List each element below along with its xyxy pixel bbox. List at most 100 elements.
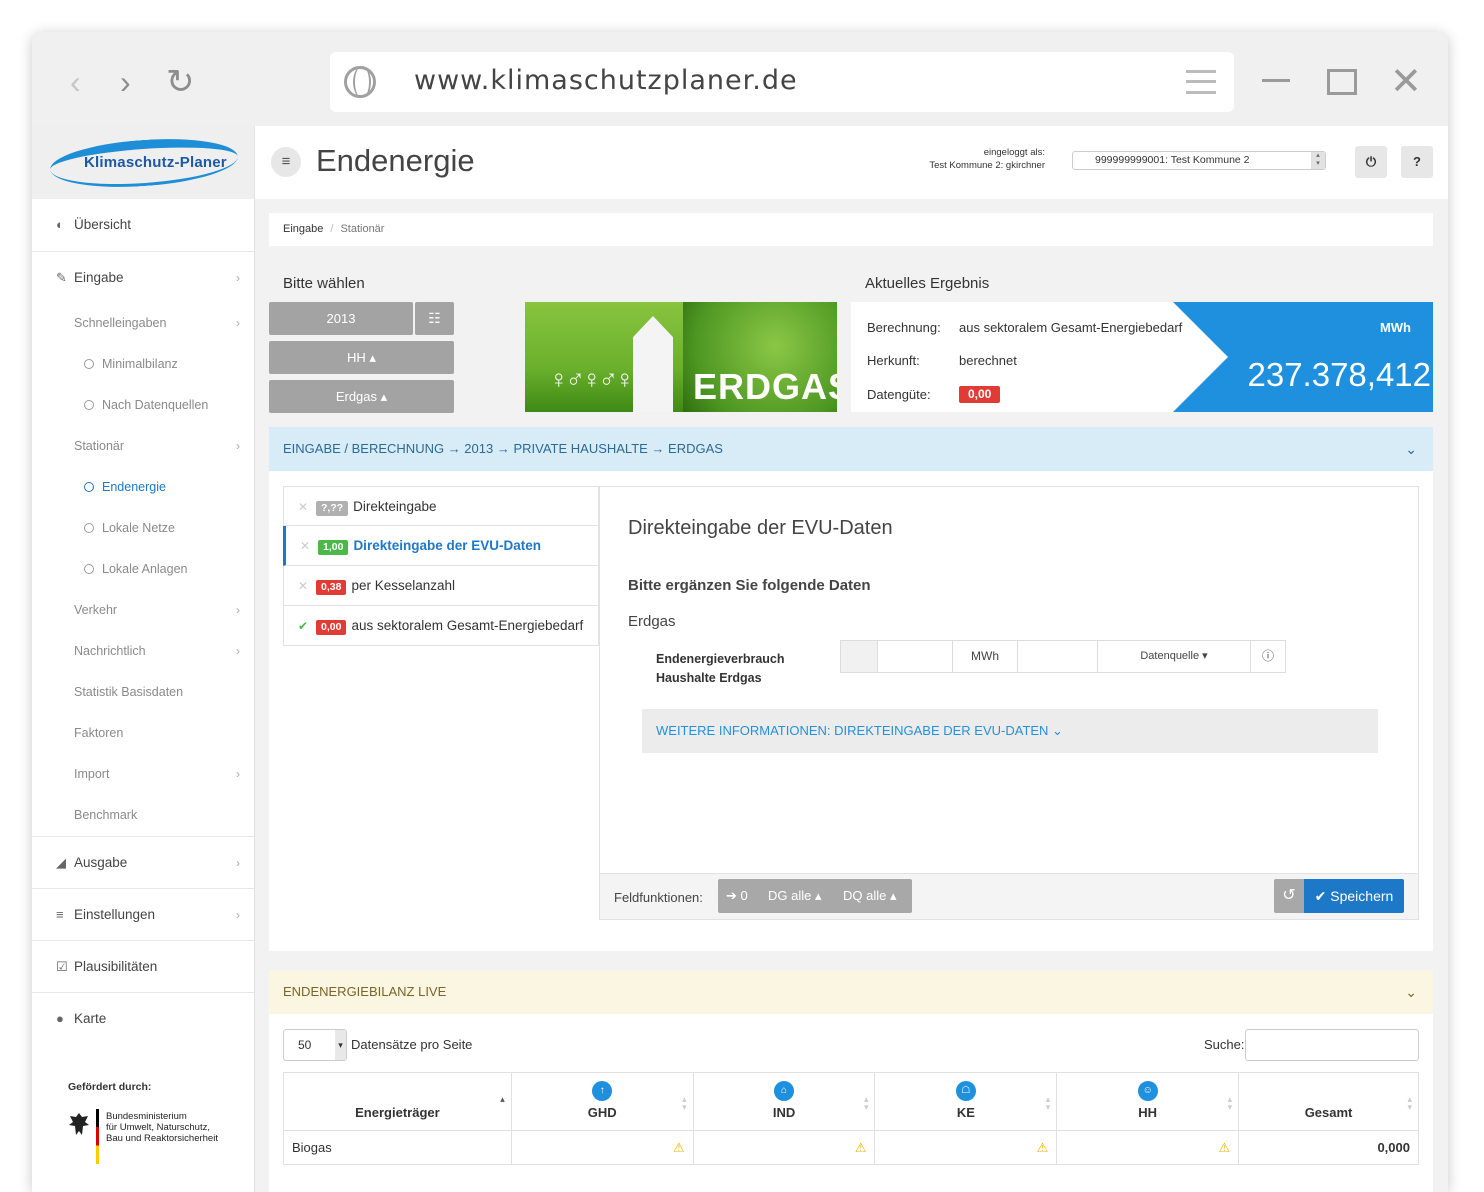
page-size-select[interactable]: 50 <box>283 1029 347 1061</box>
close-icon[interactable]: ✕ <box>1390 62 1422 102</box>
form-title: Direkteingabe der EVU-Daten <box>628 517 893 539</box>
circle-icon <box>84 359 94 369</box>
house-silhouette <box>633 316 673 412</box>
power-button[interactable]: ⏻ <box>1355 146 1387 178</box>
gesamt-cell: 0,000 <box>1238 1130 1419 1165</box>
erdgas-banner-image: ♀♂♀♂♀ ERDGAS <box>525 302 837 412</box>
breadcrumb: Eingabe / Stationär <box>269 213 1433 246</box>
sidebar-item-schnelleingaben[interactable]: Schnelleingaben › <box>32 303 254 344</box>
method-option[interactable]: ✕?,?? Direkteingabe <box>283 486 599 526</box>
maximize-icon[interactable] <box>1327 69 1357 95</box>
sidebar-item-uebersicht[interactable]: ◐ Übersicht <box>32 199 254 251</box>
sort-icon: ▴ ▾ <box>1227 1094 1233 1112</box>
sidebar-item-benchmark[interactable]: Benchmark <box>32 795 254 836</box>
remove-icon[interactable]: ✕ <box>298 487 308 527</box>
col-header-gesamt[interactable]: Gesamt ▴ ▾ <box>1238 1072 1419 1131</box>
search-input[interactable] <box>1245 1029 1419 1061</box>
search-label: Suche: <box>1204 1037 1245 1052</box>
col-header-hh[interactable]: ☺ HH ▴ ▾ <box>1056 1072 1240 1131</box>
col-header-energietraeger[interactable]: Energieträger ▴ <box>283 1072 512 1131</box>
circle-icon <box>84 482 94 492</box>
sidebar-item-statistik-basisdaten[interactable]: Statistik Basisdaten <box>32 672 254 713</box>
info-icon[interactable]: ⓘ <box>1251 640 1286 673</box>
unit-label: MWh <box>953 640 1018 673</box>
field-prefix <box>840 640 878 673</box>
method-option-selected[interactable]: ✕ 1,00 Direkteingabe der EVU-Daten <box>283 526 599 566</box>
warning-icon: ⚠ <box>854 1139 867 1155</box>
set-zero-button[interactable]: ➔ 0 <box>726 879 748 913</box>
sidebar-item-minimalbilanz[interactable]: Minimalbilanz <box>32 344 254 385</box>
chevron-right-icon: › <box>236 316 240 330</box>
value-input[interactable] <box>878 640 953 673</box>
url-text[interactable]: www.klimaschutzplaner.de <box>414 65 798 96</box>
breadcrumb-item-eingabe[interactable]: Eingabe <box>283 223 323 235</box>
dq-all-button[interactable]: DQ alle ▴ <box>843 879 897 913</box>
col-header-ind[interactable]: ⌂ IND ▴ ▾ <box>692 1072 876 1131</box>
sidebar: Klimaschutz-Planer ◐ Übersicht ✎ Eingabe › … <box>32 126 255 1192</box>
circle-icon <box>84 564 94 574</box>
sidebar-item-lokale-anlagen[interactable]: Lokale Anlagen <box>32 549 254 590</box>
save-button[interactable]: ✔ Speichern <box>1304 879 1404 913</box>
back-arrow-icon[interactable]: ‹ <box>70 66 81 98</box>
industry-sector-icon: ⌂ <box>774 1081 795 1101</box>
method-option[interactable]: ✕ 0,38 per Kesselanzahl <box>283 566 599 606</box>
sidebar-item-endenergie[interactable]: Endenergie <box>32 467 254 508</box>
ministry-name: Bundesministerium für Umwelt, Naturschut… <box>106 1111 218 1144</box>
result-unit: MWh <box>1379 320 1411 335</box>
ind-cell: ⚠ <box>692 1130 876 1165</box>
sidebar-item-ausgabe[interactable]: ◢ Ausgabe › <box>32 836 254 888</box>
sort-icon: ▴ ▾ <box>682 1094 687 1112</box>
help-button[interactable]: ? <box>1401 146 1433 178</box>
remove-icon[interactable]: ✕ <box>300 526 310 566</box>
sidebar-item-karte[interactable]: ● Karte <box>32 992 254 1044</box>
quality-input[interactable] <box>1018 640 1098 673</box>
power-icon: ⏻ <box>1365 154 1377 169</box>
chevron-right-icon: › <box>236 644 240 658</box>
logo[interactable]: Klimaschutz-Planer <box>32 126 254 199</box>
sidebar-item-eingabe[interactable]: ✎ Eingabe › <box>32 251 254 303</box>
globe-icon <box>344 66 376 98</box>
live-panel-header[interactable]: ENDENERGIEBILANZ LIVE ⌄ <box>269 970 1433 1014</box>
more-info-toggle[interactable]: WEITERE INFORMATIONEN: DIREKTEINGABE DER… <box>642 709 1378 753</box>
carrier-select[interactable]: Erdgas ▴ <box>269 380 454 413</box>
result-highlight: MWh 237.378,412 <box>1173 302 1433 412</box>
menu-toggle-icon[interactable]: ≡ <box>271 147 301 177</box>
method-option-active[interactable]: ✔ 0,00 aus sektoralem Gesamt-Energiebedarf <box>283 606 599 646</box>
year-select[interactable]: 2013 <box>269 302 413 335</box>
field-functions-label: Feldfunktionen: <box>614 890 703 905</box>
col-header-ke[interactable]: ☖ KE ▴ ▾ <box>874 1072 1058 1131</box>
page-title: Endenergie <box>316 143 475 178</box>
circle-icon <box>84 523 94 533</box>
reset-icon[interactable]: ↺ <box>1274 879 1304 913</box>
reload-icon[interactable]: ↻ <box>166 65 195 99</box>
source-dropdown[interactable]: Datenquelle ▾ <box>1098 640 1251 673</box>
dg-all-button[interactable]: DG alle ▴ <box>768 879 822 913</box>
input-form: Direkteingabe der EVU-Daten Bitte ergänz… <box>599 486 1419 920</box>
sector-select[interactable]: HH ▴ <box>269 341 454 374</box>
household-sector-icon: ☺ <box>1137 1081 1158 1101</box>
sidebar-item-stationaer[interactable]: Stationär › <box>32 426 254 467</box>
col-header-ghd[interactable]: ↑ GHD ▴ ▾ <box>510 1072 694 1131</box>
sidebar-item-import[interactable]: Import › <box>32 754 254 795</box>
sidebar-item-faktoren[interactable]: Faktoren <box>32 713 254 754</box>
table-row: Biogas ⚠ ⚠ ⚠ ⚠ 0,000 <box>283 1130 1419 1165</box>
address-bar[interactable]: www.klimaschutzplaner.de <box>330 52 1234 112</box>
sidebar-menu: ◐ Übersicht ✎ Eingabe › Schnelleingaben › Mi… <box>32 199 254 1044</box>
grid-icon[interactable]: ☷ <box>415 302 454 335</box>
sidebar-item-lokale-netze[interactable]: Lokale Netze <box>32 508 254 549</box>
sidebar-item-nach-datenquellen[interactable]: Nach Datenquellen <box>32 385 254 426</box>
field-functions-group: ➔ 0 DG alle ▴ DQ alle ▴ <box>718 879 912 913</box>
browser-menu-icon[interactable] <box>1186 70 1216 94</box>
kommune-select[interactable]: 999999999001: Test Kommune 2 ▴ ▾ <box>1072 151 1326 170</box>
result-title: Aktuelles Ergebnis <box>865 275 990 292</box>
sidebar-item-plausibilitaeten[interactable]: ☑ Plausibilitäten <box>32 940 254 992</box>
forward-arrow-icon[interactable]: › <box>120 66 131 98</box>
remove-icon[interactable]: ✕ <box>298 566 308 606</box>
sidebar-item-einstellungen[interactable]: ≡ Einstellungen › <box>32 888 254 940</box>
chevron-down-icon[interactable]: ⌄ <box>1405 970 1417 1014</box>
input-panel-header[interactable]: EINGABE / BERECHNUNG → 2013 → PRIVATE HA… <box>269 427 1433 471</box>
sidebar-item-nachrichtlich[interactable]: Nachrichtlich › <box>32 631 254 672</box>
chevron-down-icon[interactable]: ⌄ <box>1405 427 1417 471</box>
minimize-icon[interactable] <box>1262 79 1290 82</box>
sidebar-item-verkehr[interactable]: Verkehr › <box>32 590 254 631</box>
